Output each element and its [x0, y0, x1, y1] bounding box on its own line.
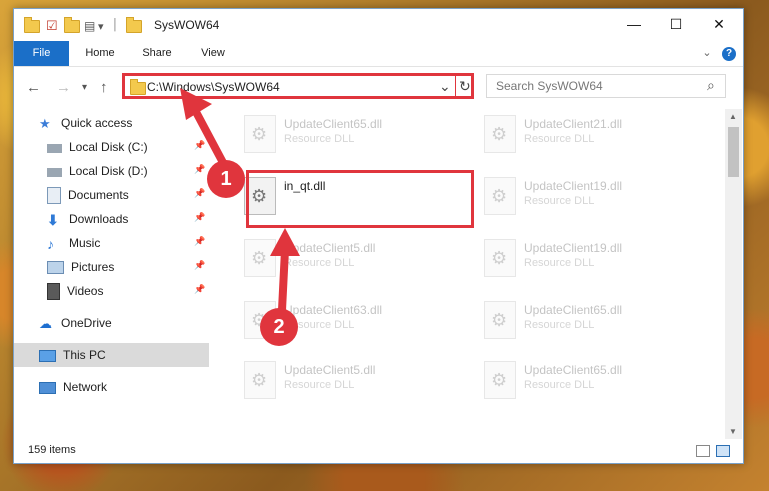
nav-this-pc[interactable]: This PC [14, 343, 209, 367]
scroll-down-icon[interactable]: ▼ [729, 427, 737, 436]
nav-item-downloads[interactable]: ⬇ Downloads 📌 [14, 207, 209, 231]
pin-icon[interactable]: 📌 [194, 260, 205, 271]
window-title: SysWOW64 [154, 18, 220, 32]
file-item[interactable]: UpdateClient19.dll Resource DLL [474, 233, 694, 285]
close-button[interactable]: ✕ [709, 15, 729, 33]
pin-icon[interactable]: 📌 [194, 236, 205, 247]
step-1-badge: 1 [207, 160, 245, 198]
dll-file-icon [484, 239, 516, 277]
navigation-pane: ★ Quick access Local Disk (C:) 📌 Local D… [14, 109, 209, 439]
address-row: ← → ▾ ↑ C:\Windows\SysWOW64 ⌄ ↻ Search S… [14, 67, 743, 107]
search-box[interactable]: Search SysWOW64 ⌕ [486, 74, 726, 98]
large-icons-view-icon[interactable] [716, 445, 730, 457]
pin-icon[interactable]: 📌 [194, 140, 205, 151]
qa-separator: │ [112, 19, 119, 31]
computer-icon [39, 349, 56, 362]
file-highlight-box [246, 170, 474, 228]
customize-icon[interactable]: ▤ [84, 18, 95, 34]
title-folder-icon [126, 16, 142, 34]
refresh-button[interactable]: ↻ [459, 78, 471, 95]
qa-dropdown-icon[interactable]: ▾ [98, 18, 104, 34]
file-item[interactable]: UpdateClient19.dll Resource DLL [474, 171, 694, 223]
pin-icon[interactable]: 📌 [194, 188, 205, 199]
dll-file-icon [484, 301, 516, 339]
new-folder-icon[interactable] [64, 16, 80, 34]
status-bar: 159 items [14, 439, 743, 463]
tab-file[interactable]: File [14, 41, 69, 66]
file-item[interactable]: UpdateClient5.dll Resource DLL [234, 233, 454, 285]
address-divider [455, 74, 456, 96]
minimize-button[interactable]: — [624, 15, 644, 33]
folder-icon [24, 16, 40, 34]
videos-icon [47, 282, 60, 300]
file-item[interactable]: UpdateClient65.dll Resource DLL [474, 295, 694, 347]
ribbon-collapse-icon[interactable]: ⌄ [699, 41, 715, 66]
ribbon: File Home Share View ⌄ ? [14, 41, 743, 67]
nav-item-music[interactable]: ♪ Music 📌 [14, 231, 209, 255]
search-icon[interactable]: ⌕ [707, 77, 715, 94]
nav-item-documents[interactable]: Documents 📌 [14, 183, 209, 207]
dll-file-icon [484, 177, 516, 215]
pin-icon[interactable]: 📌 [194, 164, 205, 175]
properties-icon[interactable]: ☑ [46, 18, 58, 34]
step-2-badge: 2 [260, 308, 298, 346]
address-dropdown-icon[interactable]: ⌄ [439, 78, 451, 95]
nav-item-local-disk-c[interactable]: Local Disk (C:) 📌 [14, 135, 209, 159]
pictures-icon [47, 260, 64, 274]
file-item[interactable]: UpdateClient65.dll Resource DLL [234, 109, 454, 161]
tab-home[interactable]: Home [76, 41, 124, 66]
help-icon[interactable]: ? [722, 47, 736, 61]
downloads-icon: ⬇ [47, 211, 59, 228]
up-button[interactable]: ↑ [100, 79, 108, 96]
network-icon [39, 381, 56, 394]
nav-quick-access[interactable]: ★ Quick access [14, 111, 209, 135]
scroll-up-icon[interactable]: ▲ [729, 112, 737, 121]
drive-icon [47, 144, 62, 153]
dll-file-icon [484, 115, 516, 153]
address-folder-icon [130, 79, 146, 98]
tab-view[interactable]: View [190, 41, 236, 66]
nav-onedrive[interactable]: ☁ OneDrive [14, 311, 209, 335]
tab-share[interactable]: Share [132, 41, 182, 66]
item-count: 159 items [28, 444, 76, 456]
pin-icon[interactable]: 📌 [194, 212, 205, 223]
drive-icon [47, 168, 62, 177]
cloud-icon: ☁ [39, 315, 52, 331]
file-explorer-window: ☑ ▤ ▾ │ SysWOW64 — ☐ ✕ File Home Share V… [13, 8, 744, 464]
title-bar: ☑ ▤ ▾ │ SysWOW64 — ☐ ✕ [14, 9, 743, 41]
scroll-thumb[interactable] [728, 127, 739, 177]
address-bar[interactable]: C:\Windows\SysWOW64 ⌄ ↻ [122, 73, 474, 99]
dll-file-icon [244, 361, 276, 399]
nav-item-videos[interactable]: Videos 📌 [14, 279, 209, 303]
recent-locations-button[interactable]: ▾ [82, 82, 87, 93]
file-item[interactable]: UpdateClient21.dll Resource DLL [474, 109, 694, 161]
details-view-icon[interactable] [696, 445, 710, 457]
dll-file-icon [244, 115, 276, 153]
nav-network[interactable]: Network [14, 375, 209, 399]
nav-item-local-disk-d[interactable]: Local Disk (D:) 📌 [14, 159, 209, 183]
music-icon: ♪ [47, 235, 54, 252]
forward-button[interactable]: → [56, 79, 71, 96]
vertical-scrollbar[interactable]: ▲ ▼ [725, 109, 742, 439]
file-item[interactable]: UpdateClient65.dll Resource DLL [474, 355, 694, 407]
dll-file-icon [244, 239, 276, 277]
back-button[interactable]: ← [26, 79, 41, 96]
documents-icon [47, 186, 61, 204]
file-list: UpdateClient65.dll Resource DLL UpdateCl… [224, 109, 724, 439]
nav-item-pictures[interactable]: Pictures 📌 [14, 255, 209, 279]
star-icon: ★ [39, 115, 51, 131]
pin-icon[interactable]: 📌 [194, 284, 205, 295]
file-item[interactable]: UpdateClient5.dll Resource DLL [234, 355, 454, 407]
search-input[interactable]: Search SysWOW64 [496, 79, 603, 93]
address-path[interactable]: C:\Windows\SysWOW64 [147, 80, 280, 94]
dll-file-icon [484, 361, 516, 399]
maximize-button[interactable]: ☐ [666, 15, 686, 33]
